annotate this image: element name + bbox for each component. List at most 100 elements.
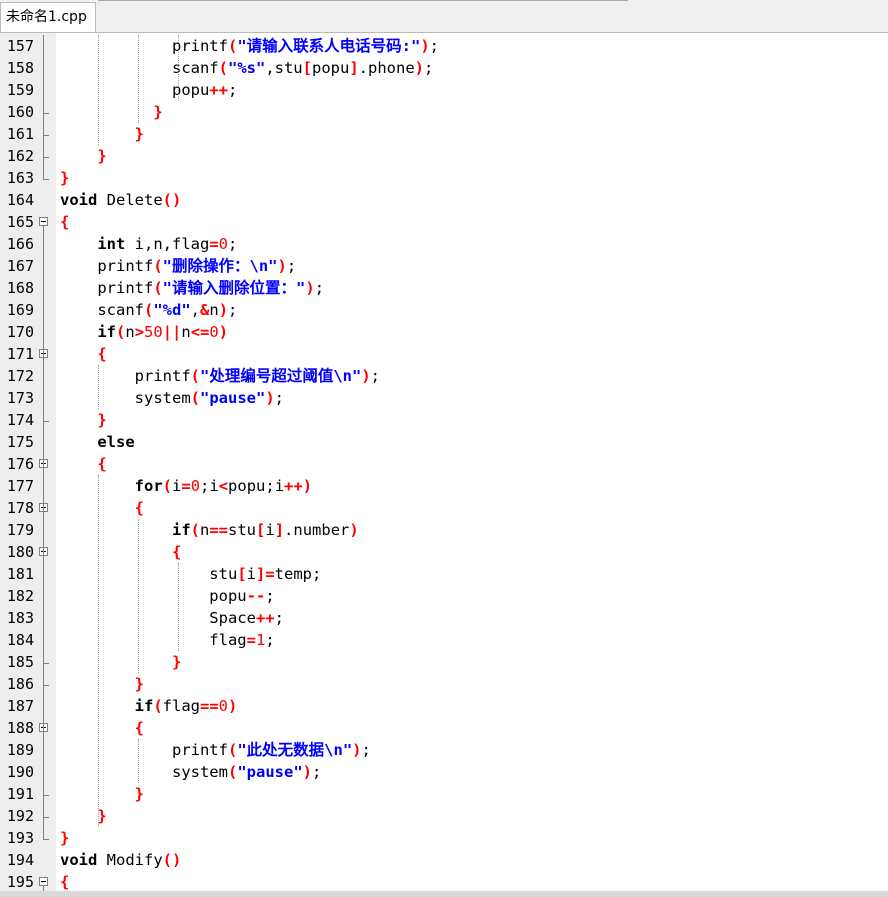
code-line[interactable]: 165 { <box>0 211 888 233</box>
code-token: } <box>60 785 144 803</box>
line-number: 179 <box>6 521 34 539</box>
code-token: { <box>60 873 70 891</box>
code-token: ; <box>424 59 434 77</box>
code-text: } <box>60 409 106 431</box>
indent-guide <box>98 365 99 409</box>
code-token: n <box>209 301 219 319</box>
code-token: 1 <box>255 631 266 649</box>
code-line[interactable]: 175 else <box>0 431 888 453</box>
code-line[interactable]: 158 scanf("%s",stu[popu].phone); <box>0 57 888 79</box>
code-line[interactable]: 176 { <box>0 453 888 475</box>
tab-file[interactable]: 未命名1.cpp <box>0 2 96 32</box>
code-text: scanf("%s",stu[popu].phone); <box>60 57 433 79</box>
code-token: ( <box>227 37 238 55</box>
code-line[interactable]: 170 if(n>50||n<=0) <box>0 321 888 343</box>
code-token: == <box>200 697 219 715</box>
code-token: printf <box>60 257 154 275</box>
code-token: 0 <box>218 235 229 253</box>
code-line[interactable]: 168 printf("请输入删除位置："); <box>0 277 888 299</box>
code-token: printf <box>60 367 191 385</box>
code-token: [ <box>256 521 266 539</box>
code-line[interactable]: 162 } <box>0 145 888 167</box>
code-line[interactable]: 187 if(flag==0) <box>0 695 888 717</box>
code-line[interactable]: 161 } <box>0 123 888 145</box>
code-token: ( <box>153 697 163 715</box>
code-line[interactable]: 177 for(i=0;i<popu;i++) <box>0 475 888 497</box>
code-token: ( <box>153 257 163 275</box>
code-token: "此处无数据\n" <box>237 741 353 759</box>
code-line[interactable]: 192 } <box>0 805 888 827</box>
code-line[interactable]: 171 { <box>0 343 888 365</box>
fold-line <box>43 226 44 839</box>
code-line[interactable]: 186 } <box>0 673 888 695</box>
code-token: n <box>181 323 191 341</box>
code-line[interactable]: 163} <box>0 167 888 189</box>
code-token: .phone <box>358 59 415 77</box>
code-token: -- <box>246 587 266 605</box>
code-line[interactable]: 182 popu--; <box>0 585 888 607</box>
code-line[interactable]: 172 printf("处理编号超过阈值\n"); <box>0 365 888 387</box>
code-line[interactable]: 193} <box>0 827 888 849</box>
code-token: "请输入删除位置：" <box>162 279 306 297</box>
code-line[interactable]: 157 printf("请输入联系人电话号码:"); <box>0 35 888 57</box>
line-number: 169 <box>6 301 34 319</box>
code-token: if <box>97 323 116 341</box>
code-line[interactable]: 166 int i,n,flag=0; <box>0 233 888 255</box>
fold-collapse-icon[interactable] <box>39 877 48 886</box>
fold-end-marker <box>43 135 49 136</box>
line-number: 159 <box>6 81 34 99</box>
code-line[interactable]: 183 Space++; <box>0 607 888 629</box>
code-token: for <box>134 477 163 495</box>
code-token: if <box>134 697 154 715</box>
code-token: <= <box>190 323 210 341</box>
code-token: "请输入联系人电话号码:" <box>237 37 421 55</box>
code-token: ; <box>265 631 275 649</box>
code-line[interactable]: 188 { <box>0 717 888 739</box>
code-line[interactable]: 181 stu[i]=temp; <box>0 563 888 585</box>
code-token: ,stu <box>265 59 303 77</box>
code-token: } <box>60 147 107 165</box>
code-text: void Modify() <box>60 849 181 871</box>
code-line[interactable]: 189 printf("此处无数据\n"); <box>0 739 888 761</box>
line-number: 167 <box>6 257 34 275</box>
code-line[interactable]: 178 { <box>0 497 888 519</box>
code-token: ; <box>228 235 238 253</box>
code-line[interactable]: 190 system("pause"); <box>0 761 888 783</box>
code-line[interactable]: 160 } <box>0 101 888 123</box>
code-line[interactable]: 185 } <box>0 651 888 673</box>
code-line[interactable]: 195 { <box>0 871 888 893</box>
code-line[interactable]: 179 if(n==stu[i].number) <box>0 519 888 541</box>
code-line[interactable]: 194 void Modify() <box>0 849 888 871</box>
horizontal-scrollbar[interactable] <box>0 891 888 897</box>
code-token: ( <box>227 741 238 759</box>
code-token: ) <box>414 59 424 77</box>
code-line[interactable]: 174 } <box>0 409 888 431</box>
line-number: 178 <box>6 499 34 517</box>
code-text: { <box>60 717 144 739</box>
code-text: printf("删除操作：\n"); <box>60 255 296 277</box>
code-token: ; <box>228 301 238 319</box>
line-number: 173 <box>6 389 34 407</box>
code-line[interactable]: 173 system("pause"); <box>0 387 888 409</box>
code-text: stu[i]=temp; <box>60 563 321 585</box>
fold-collapse-icon[interactable] <box>39 217 48 226</box>
line-number: 174 <box>6 411 34 429</box>
code-line[interactable]: 169 scanf("%d",&n); <box>0 299 888 321</box>
code-line[interactable]: 159 popu++; <box>0 79 888 101</box>
code-token: "%d" <box>153 301 191 319</box>
code-token: scanf <box>60 301 144 319</box>
code-line[interactable]: 164 void Delete() <box>0 189 888 211</box>
code-text: popu++; <box>60 79 237 101</box>
line-number: 168 <box>6 279 34 297</box>
line-number: 170 <box>6 323 34 341</box>
code-text: { <box>60 497 144 519</box>
code-token: ++) <box>284 477 313 495</box>
code-line[interactable]: 184 flag=1; <box>0 629 888 651</box>
code-line[interactable]: 191 } <box>0 783 888 805</box>
code-line[interactable]: 167 printf("删除操作：\n"); <box>0 255 888 277</box>
code-text: { <box>60 453 106 475</box>
code-line[interactable]: 180 { <box>0 541 888 563</box>
line-number: 180 <box>6 543 34 561</box>
code-token: int <box>97 235 126 253</box>
